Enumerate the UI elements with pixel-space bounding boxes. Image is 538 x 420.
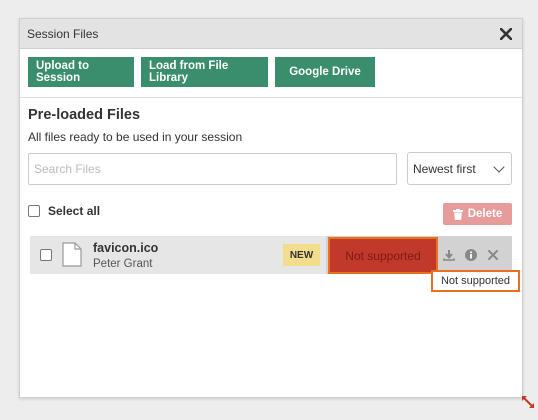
section-subtext: All files ready to be used in your sessi…	[28, 130, 243, 144]
dialog-title: Session Files	[27, 26, 99, 41]
info-icon[interactable]	[464, 248, 478, 262]
table-row[interactable]: favicon.ico Peter Grant NEW Not supporte…	[30, 236, 512, 274]
select-all-control[interactable]: Select all	[28, 204, 100, 218]
sort-select[interactable]: Newest first	[407, 152, 512, 185]
status-badge: Not supported	[328, 237, 438, 274]
file-name: favicon.ico	[93, 241, 159, 255]
chevron-down-icon	[493, 160, 505, 173]
close-icon[interactable]	[498, 26, 514, 42]
row-actions	[442, 248, 500, 262]
resize-handle-icon[interactable]	[520, 394, 536, 410]
trash-icon	[452, 208, 463, 220]
select-all-checkbox[interactable]	[28, 205, 40, 217]
download-icon[interactable]	[442, 248, 456, 262]
load-from-file-library-button[interactable]: Load from File Library	[141, 57, 268, 87]
divider	[20, 97, 522, 98]
session-files-dialog: Session Files Upload to Session Load fro…	[19, 18, 534, 408]
google-drive-button[interactable]: Google Drive	[275, 57, 375, 87]
dialog-titlebar: Session Files	[20, 19, 522, 49]
sort-value: Newest first	[413, 161, 476, 176]
select-all-label: Select all	[48, 204, 101, 218]
toolbar: Upload to Session Load from File Library…	[28, 57, 375, 87]
delete-label: Delete	[467, 208, 503, 220]
tooltip: Not supported	[431, 270, 520, 292]
delete-button[interactable]: Delete	[443, 203, 512, 225]
section-heading: Pre-loaded Files	[28, 107, 141, 123]
upload-to-session-button[interactable]: Upload to Session	[28, 57, 134, 87]
file-icon	[62, 242, 82, 267]
search-input[interactable]	[28, 153, 397, 185]
remove-file-close-icon[interactable]	[486, 248, 500, 262]
row-checkbox[interactable]	[40, 249, 52, 261]
new-badge: NEW	[283, 244, 320, 266]
file-owner: Peter Grant	[93, 258, 153, 270]
